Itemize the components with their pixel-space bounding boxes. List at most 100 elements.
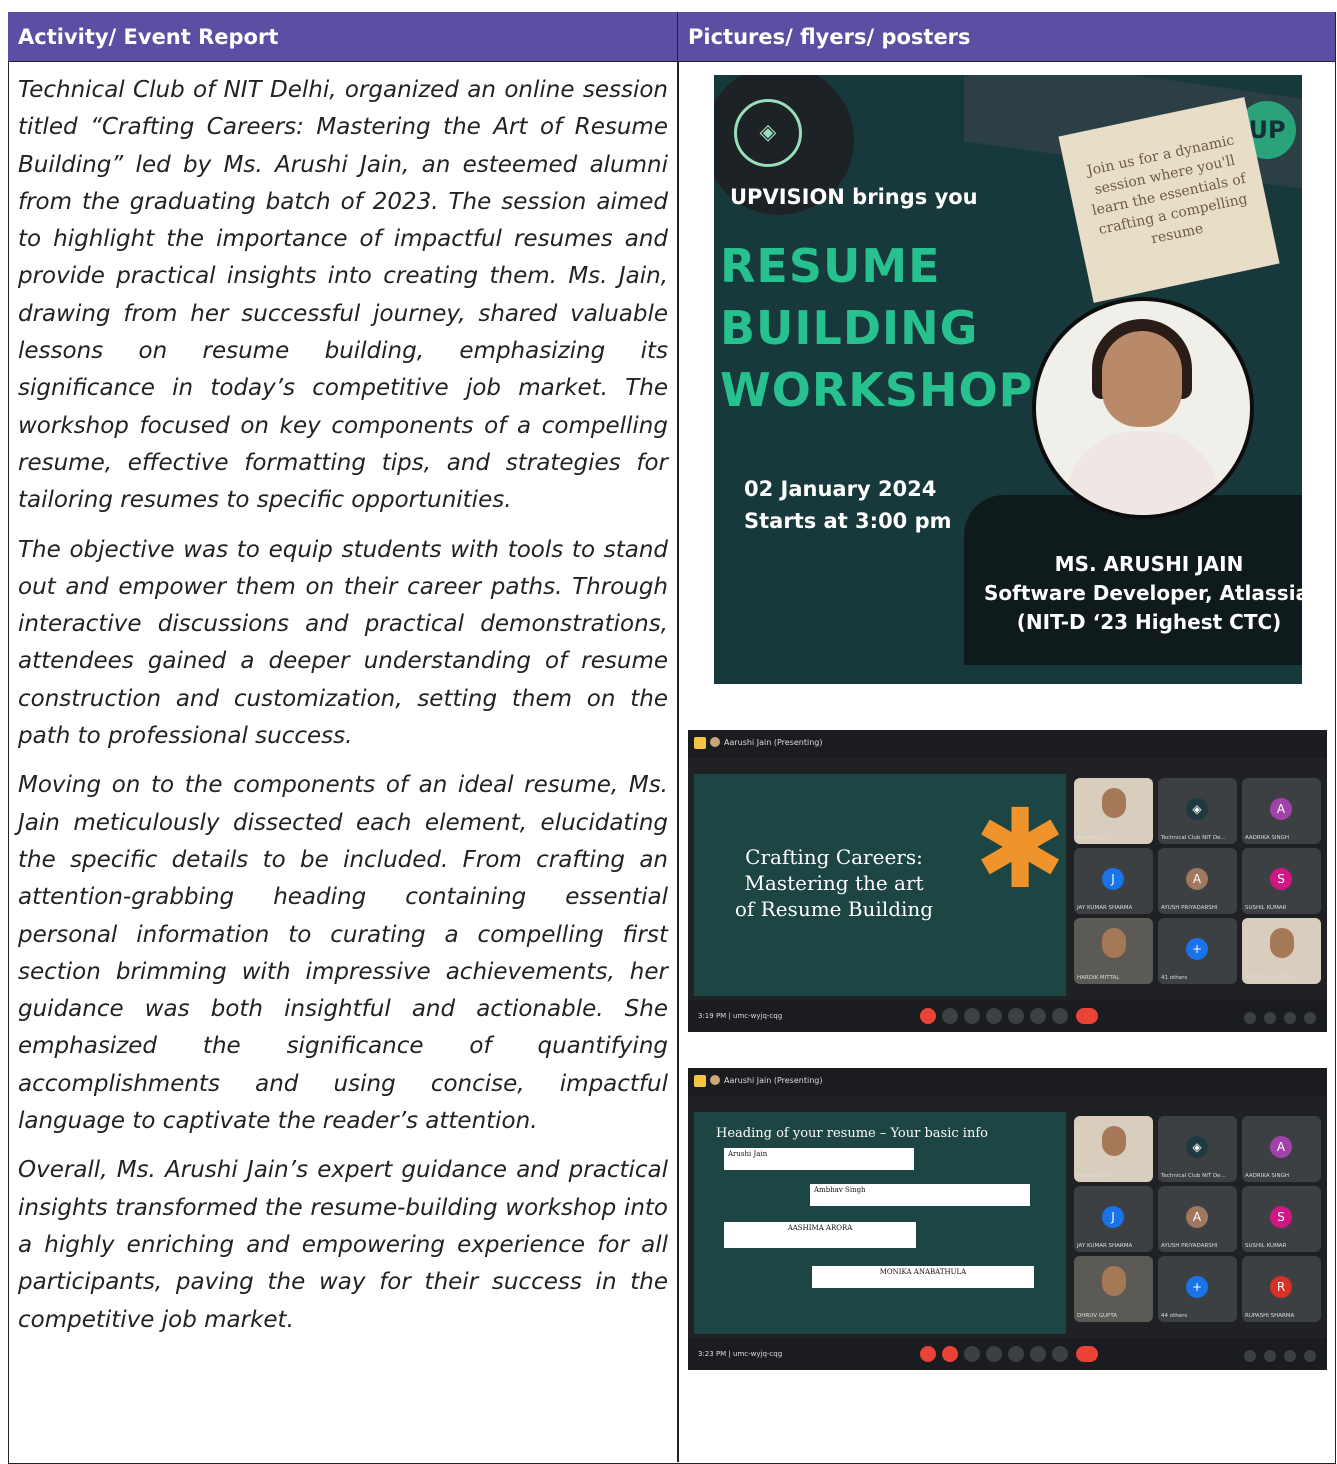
mic-off-icon[interactable] [920, 1008, 936, 1024]
participant-name: AYUSH PRIYADARSHI [1161, 1243, 1218, 1249]
participant-name: AADRIKA SINGH [1245, 835, 1290, 841]
meet-screenshot-2: Aarushi Jain (Presenting) Heading of you… [688, 1068, 1327, 1370]
participant-avatar: J [1102, 1206, 1124, 1228]
participant-name: Aarushi Jain [1077, 835, 1110, 841]
column-divider [677, 62, 679, 1462]
meet-app-icon [694, 737, 706, 749]
captions-icon[interactable] [964, 1008, 980, 1024]
people-icon[interactable] [1264, 1012, 1276, 1024]
captions-icon[interactable] [964, 1346, 980, 1362]
info-icon[interactable] [1244, 1012, 1256, 1024]
participant-tile[interactable]: J JAY KUMAR SHARMA [1074, 1186, 1153, 1252]
speaker-body [1066, 431, 1220, 515]
participant-avatar: J [1102, 868, 1124, 890]
participant-avatar: A [1270, 798, 1292, 820]
speaker-info: MS. ARUSHI JAIN Software Developer, Atla… [984, 550, 1302, 637]
resume-card-4: MONIKA ANABATHULA [812, 1266, 1034, 1288]
participant-name: HARDIK MITTAL [1077, 975, 1120, 981]
participant-name: RUPASHI SHARMA [1245, 975, 1295, 981]
poster-title-line-3: WORKSHOP [720, 363, 1034, 417]
chat-icon[interactable] [1284, 1012, 1296, 1024]
presenter-avatar-icon [710, 1075, 720, 1085]
shared-slide: Heading of your resume – Your basic info… [694, 1112, 1066, 1334]
participant-tile[interactable]: HARDIK MITTAL [1074, 918, 1153, 984]
participant-tile[interactable]: +44 others [1158, 1256, 1237, 1322]
participant-name: Technical Club NIT De... [1161, 835, 1226, 841]
more-options-icon[interactable] [1052, 1008, 1068, 1024]
participant-tile[interactable]: A AYUSH PRIYADARSHI [1158, 1186, 1237, 1252]
participant-tile[interactable]: S SUSHIL KUMAR [1242, 848, 1321, 914]
more-options-icon[interactable] [1052, 1346, 1068, 1362]
participant-avatar: A [1186, 868, 1208, 890]
participant-tile[interactable]: R RUPASHI SHARMA [1242, 1256, 1321, 1322]
emoji-icon[interactable] [986, 1008, 1002, 1024]
speaker-face [1102, 331, 1182, 427]
participant-tile[interactable]: A AADRIKA SINGH [1242, 1116, 1321, 1182]
slide-title: Crafting Careers: Mastering the art of R… [734, 845, 934, 921]
shared-slide: Crafting Careers: Mastering the art of R… [694, 774, 1066, 996]
meet-controls-bar: 3:23 PM | umc-wyjq-cqg [688, 1338, 1327, 1370]
participant-face [1102, 1266, 1126, 1296]
speaker-photo [1032, 297, 1254, 519]
presenter-avatar-icon [710, 737, 720, 747]
camera-off-icon[interactable] [942, 1346, 958, 1362]
raise-hand-icon[interactable] [1030, 1008, 1046, 1024]
participant-tile[interactable]: ◈ Technical Club NIT De... [1158, 1116, 1237, 1182]
participant-tile[interactable]: Aarushi Jain [1074, 778, 1153, 844]
participant-name: SUSHIL KUMAR [1245, 1243, 1287, 1249]
activities-icon[interactable] [1304, 1012, 1316, 1024]
meet-controls-bar: 3:19 PM | umc-wyjq-cqg [688, 1000, 1327, 1032]
participant-tile[interactable]: S SUSHIL KUMAR [1242, 1186, 1321, 1252]
slide-heading: Heading of your resume – Your basic info [716, 1126, 988, 1141]
participant-name: DHRUV GUPTA [1077, 1313, 1118, 1319]
report-paragraph-4: Overall, Ms. Arushi Jain’s expert guidan… [18, 1157, 668, 1333]
participant-tile[interactable]: A AADRIKA SINGH [1242, 778, 1321, 844]
poster-date: 02 January 2024 Starts at 3:00 pm [744, 473, 952, 537]
info-icon[interactable] [1244, 1350, 1256, 1362]
participant-face [1102, 788, 1126, 818]
resume-card-2: Ambhav Singh [810, 1184, 1030, 1206]
presenting-label: Aarushi Jain (Presenting) [724, 1076, 823, 1085]
participant-name: Aarushi Jain [1077, 1173, 1110, 1179]
others-avatar-icon: + [1186, 1276, 1208, 1298]
participant-face [1102, 1126, 1126, 1156]
participant-tile[interactable]: +41 others [1158, 918, 1237, 984]
present-icon[interactable] [1008, 1346, 1024, 1362]
raise-hand-icon[interactable] [1030, 1346, 1046, 1362]
participant-face [1102, 928, 1126, 958]
meeting-clock: 3:23 PM | umc-wyjq-cqg [698, 1350, 783, 1358]
participant-name: 41 others [1161, 975, 1188, 981]
participant-avatar: ◈ [1186, 798, 1208, 820]
report-paragraph-2: The objective was to equip students with… [18, 536, 668, 750]
end-call-button[interactable] [1076, 1008, 1098, 1024]
poster-title-line-2: BUILDING [720, 301, 979, 355]
participant-avatar: S [1270, 868, 1292, 890]
participant-name: 44 others [1161, 1313, 1188, 1319]
people-icon[interactable] [1264, 1350, 1276, 1362]
present-icon[interactable] [1008, 1008, 1024, 1024]
poster-brings: UPVISION brings you [730, 185, 978, 209]
participant-tile[interactable]: DHRUV GUPTA [1074, 1256, 1153, 1322]
participant-tile[interactable]: A AYUSH PRIYADARSHI [1158, 848, 1237, 914]
participant-tile[interactable]: J JAY KUMAR SHARMA [1074, 848, 1153, 914]
asterisk-icon: ✱ [974, 785, 1067, 913]
poster-time-text: Starts at 3:00 pm [744, 509, 952, 533]
activities-icon[interactable] [1304, 1350, 1316, 1362]
participant-face [1270, 928, 1294, 958]
camera-off-icon[interactable] [942, 1008, 958, 1024]
emoji-icon[interactable] [986, 1346, 1002, 1362]
participant-tile[interactable]: Aarushi Jain [1074, 1116, 1153, 1182]
presenting-label: Aarushi Jain (Presenting) [724, 738, 823, 747]
header-activity-report: Activity/ Event Report [8, 12, 678, 62]
participant-name: JAY KUMAR SHARMA [1077, 1243, 1133, 1249]
participant-avatar: R [1270, 1276, 1292, 1298]
mic-off-icon[interactable] [920, 1346, 936, 1362]
participant-tile[interactable]: ◈ Technical Club NIT De... [1158, 778, 1237, 844]
chat-icon[interactable] [1284, 1350, 1296, 1362]
meet-topbar: Aarushi Jain (Presenting) [688, 730, 1327, 758]
poster-title: RESUME BUILDING WORKSHOP [720, 235, 1033, 421]
end-call-button[interactable] [1076, 1346, 1098, 1362]
others-avatar-icon: + [1186, 938, 1208, 960]
meet-topbar: Aarushi Jain (Presenting) [688, 1068, 1327, 1096]
participant-tile[interactable]: RUPASHI SHARMA [1242, 918, 1321, 984]
